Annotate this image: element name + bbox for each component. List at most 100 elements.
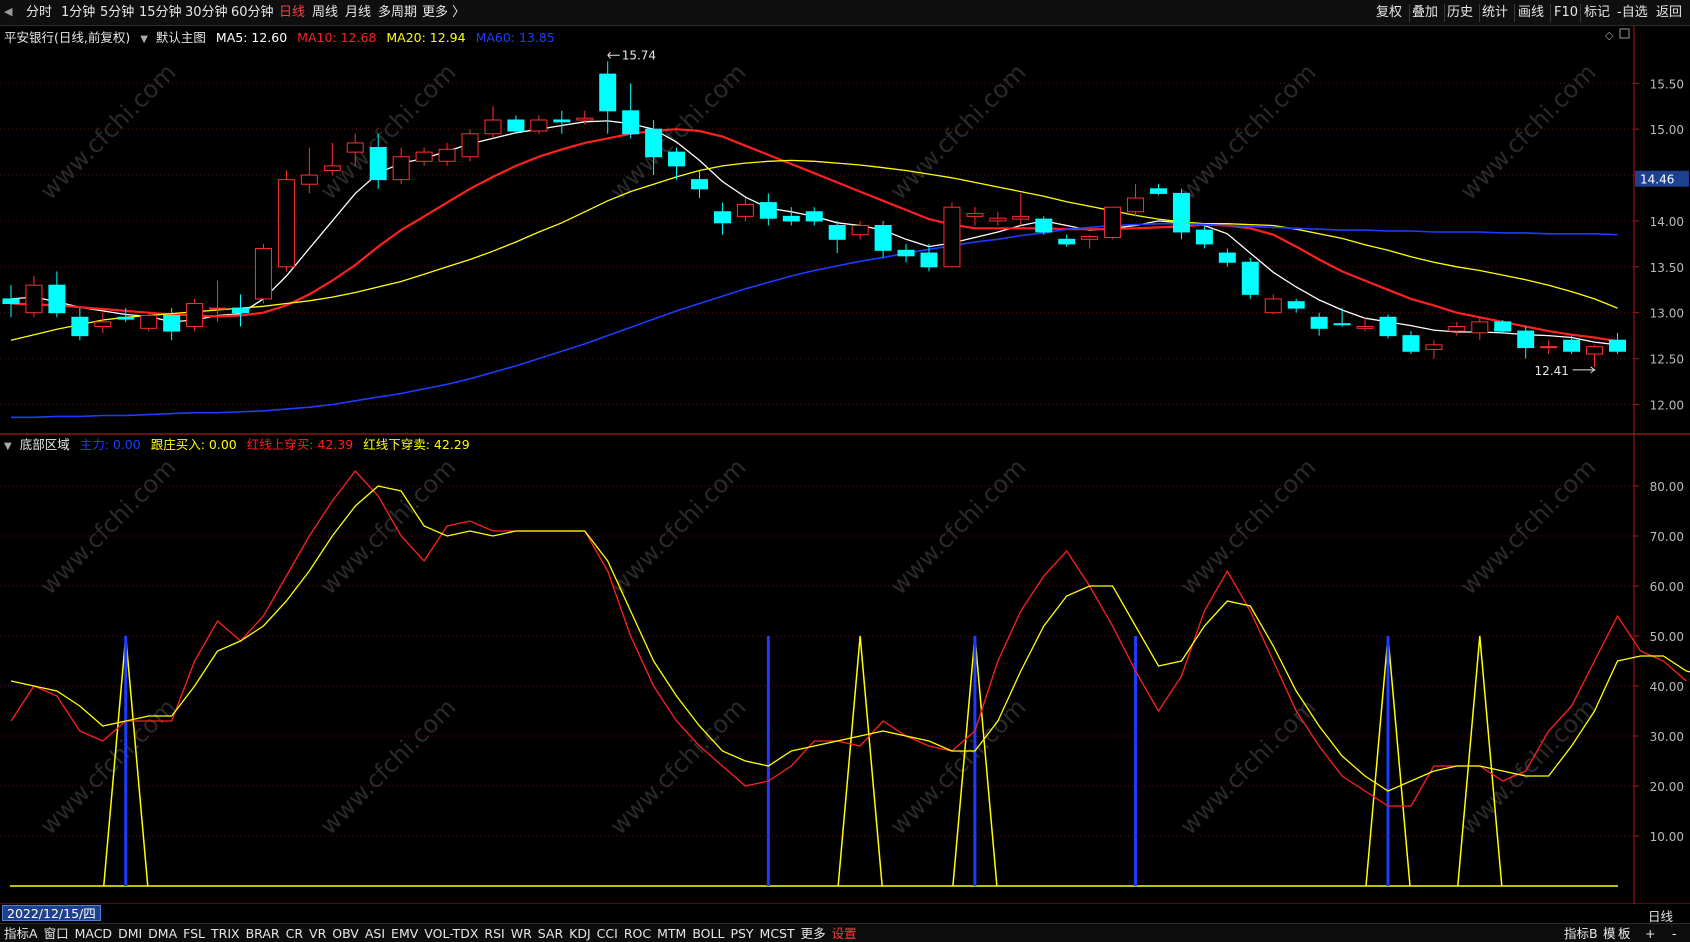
remove-watchlist-button[interactable]: -自选 bbox=[1617, 5, 1648, 21]
history-button[interactable]: 历史 bbox=[1447, 5, 1473, 21]
period-tab-more[interactable]: 更多 〉 bbox=[422, 5, 465, 21]
price-tick-6: 15.00 bbox=[1650, 123, 1684, 137]
indicator-tab-5[interactable]: FSL bbox=[183, 926, 205, 941]
indicator-tab-14[interactable]: RSI bbox=[484, 926, 504, 941]
indicator-tab-11[interactable]: ASI bbox=[365, 926, 385, 941]
candle-8 bbox=[186, 298, 204, 332]
indicator-right-control-3[interactable]: + bbox=[1645, 926, 1655, 941]
period-tab-5min[interactable]: 5分钟 bbox=[100, 5, 134, 21]
indicator-tab-24[interactable]: 更多 bbox=[801, 926, 826, 941]
price-tick-4: 14.00 bbox=[1650, 215, 1684, 229]
period-tab-1min[interactable]: 1分钟 bbox=[61, 5, 95, 21]
candle-70 bbox=[1609, 332, 1626, 354]
indicator-tab-21[interactable]: BOLL bbox=[692, 926, 724, 941]
indicator-tab-25[interactable]: 设置 bbox=[832, 926, 857, 941]
price-tick-7: 15.50 bbox=[1650, 77, 1684, 91]
candle-32 bbox=[736, 198, 754, 221]
period-tab-30min[interactable]: 30分钟 bbox=[185, 5, 228, 21]
mark-button[interactable]: 标记 bbox=[1584, 5, 1610, 21]
candle-body-48 bbox=[1104, 206, 1122, 238]
candle-body-41 bbox=[943, 206, 961, 268]
period-tab-intraday[interactable]: 分时 bbox=[26, 5, 52, 21]
candle-body-17 bbox=[392, 156, 410, 181]
indicator-tab-3[interactable]: DMI bbox=[118, 926, 142, 941]
indicator-tabs-bar: 指标A 窗口 MACD DMI DMA FSL TRIX BRAR CR VR OBV ASI EMV V… bbox=[0, 923, 1690, 942]
indicator-tab-19[interactable]: ROC bbox=[624, 926, 651, 941]
f10-button[interactable]: F10 bbox=[1554, 5, 1578, 21]
back-arrow-icon[interactable]: ◀ bbox=[4, 5, 12, 18]
candle-body-65 bbox=[1494, 321, 1512, 332]
return-button[interactable]: 返回 bbox=[1656, 5, 1682, 21]
period-tab-60min[interactable]: 60分钟 bbox=[231, 5, 274, 21]
candle-body-61 bbox=[1402, 335, 1420, 352]
candle-27 bbox=[622, 83, 640, 139]
indicator-tab-23[interactable]: MCST bbox=[760, 926, 795, 941]
indicator-panel bbox=[10, 469, 1690, 887]
indicator-right-control-1[interactable]: 模 bbox=[1603, 926, 1616, 941]
indicator-tab-8[interactable]: CR bbox=[286, 926, 303, 941]
candle-37 bbox=[851, 220, 869, 240]
indicator-tab-20[interactable]: MTM bbox=[657, 926, 686, 941]
candle-body-55 bbox=[1264, 298, 1282, 314]
candle-body-7 bbox=[163, 314, 181, 332]
indicator-tab-15[interactable]: WR bbox=[511, 926, 532, 941]
ind-tick-3: 40.00 bbox=[1650, 680, 1684, 694]
candle-body-43 bbox=[989, 217, 1007, 222]
candle-61 bbox=[1402, 331, 1420, 354]
period-tab-daily[interactable]: 日线 bbox=[279, 5, 305, 21]
indicator-tab-0[interactable]: 指标A bbox=[4, 926, 38, 941]
indicator-tab-6[interactable]: TRIX bbox=[211, 926, 240, 941]
stock-title[interactable]: 平安银行(日线,前复权) bbox=[4, 30, 130, 45]
dropdown-arrow-icon[interactable]: ▼ bbox=[140, 34, 148, 45]
candle-body-66 bbox=[1517, 330, 1535, 349]
ind-tick-7: 80.00 bbox=[1650, 480, 1684, 494]
candle-body-25 bbox=[576, 117, 594, 121]
indicator-tab-17[interactable]: KDJ bbox=[569, 926, 591, 941]
candle-body-45 bbox=[1035, 218, 1053, 233]
candle-body-53 bbox=[1218, 252, 1236, 263]
candle-body-19 bbox=[438, 148, 456, 162]
period-tab-monthly[interactable]: 月线 bbox=[345, 5, 371, 21]
indicator-tab-7[interactable]: BRAR bbox=[246, 926, 280, 941]
candle-23 bbox=[530, 115, 548, 134]
ind-tick-0: 10.00 bbox=[1650, 830, 1684, 844]
candle-body-54 bbox=[1241, 261, 1259, 295]
watermark-text-6: www.cfchi.com bbox=[34, 453, 181, 600]
stats-button[interactable]: 统计 bbox=[1482, 5, 1508, 21]
candle-42 bbox=[966, 207, 984, 226]
candle-6 bbox=[140, 312, 158, 332]
candle-body-8 bbox=[186, 303, 204, 327]
indicator-tab-10[interactable]: OBV bbox=[332, 926, 359, 941]
candle-67 bbox=[1540, 340, 1558, 354]
candle-33 bbox=[759, 193, 777, 226]
indicator-tab-12[interactable]: EMV bbox=[391, 926, 418, 941]
indicator-tab-13[interactable]: VOL-TDX bbox=[424, 926, 478, 941]
period-tab-weekly[interactable]: 周线 bbox=[312, 5, 338, 21]
indicator-tab-4[interactable]: DMA bbox=[148, 926, 177, 941]
indicator-right-control-0[interactable]: 指标B bbox=[1564, 926, 1598, 941]
indicator-tab-1[interactable]: 窗口 bbox=[44, 926, 69, 941]
indicator-tab-9[interactable]: VR bbox=[309, 926, 326, 941]
indicator-tab-18[interactable]: CCI bbox=[597, 926, 618, 941]
indicator-right-control-2[interactable]: 板 bbox=[1618, 926, 1631, 941]
indicator-menu-icon[interactable]: ▼ bbox=[4, 441, 12, 452]
candle-body-69 bbox=[1586, 346, 1604, 355]
candle-body-13 bbox=[300, 174, 318, 185]
indicator-tab-16[interactable]: SAR bbox=[538, 926, 563, 941]
candle-body-28 bbox=[645, 128, 663, 158]
indicator-tab-2[interactable]: MACD bbox=[75, 926, 112, 941]
indicator-tab-22[interactable]: PSY bbox=[730, 926, 753, 941]
period-tab-15min[interactable]: 15分钟 bbox=[139, 5, 182, 21]
indicator-right-control-4[interactable]: - bbox=[1672, 926, 1677, 941]
candle-14 bbox=[323, 142, 341, 176]
draw-line-button[interactable]: 画线 bbox=[1518, 5, 1544, 21]
candle-body-37 bbox=[851, 225, 869, 236]
kline-chart[interactable]: www.cfchi.com www.cfchi.com www.cfchi.com w… bbox=[0, 26, 1690, 904]
overlay-button[interactable]: 叠加 bbox=[1412, 5, 1438, 21]
candle-body-14 bbox=[323, 165, 341, 171]
adjust-button[interactable]: 复权 bbox=[1376, 5, 1402, 21]
period-tab-multi[interactable]: 多周期 bbox=[378, 5, 417, 21]
indicator-title[interactable]: 底部区域 bbox=[20, 437, 70, 452]
candle-21 bbox=[484, 106, 502, 139]
template-label[interactable]: 默认主图 bbox=[156, 30, 206, 45]
